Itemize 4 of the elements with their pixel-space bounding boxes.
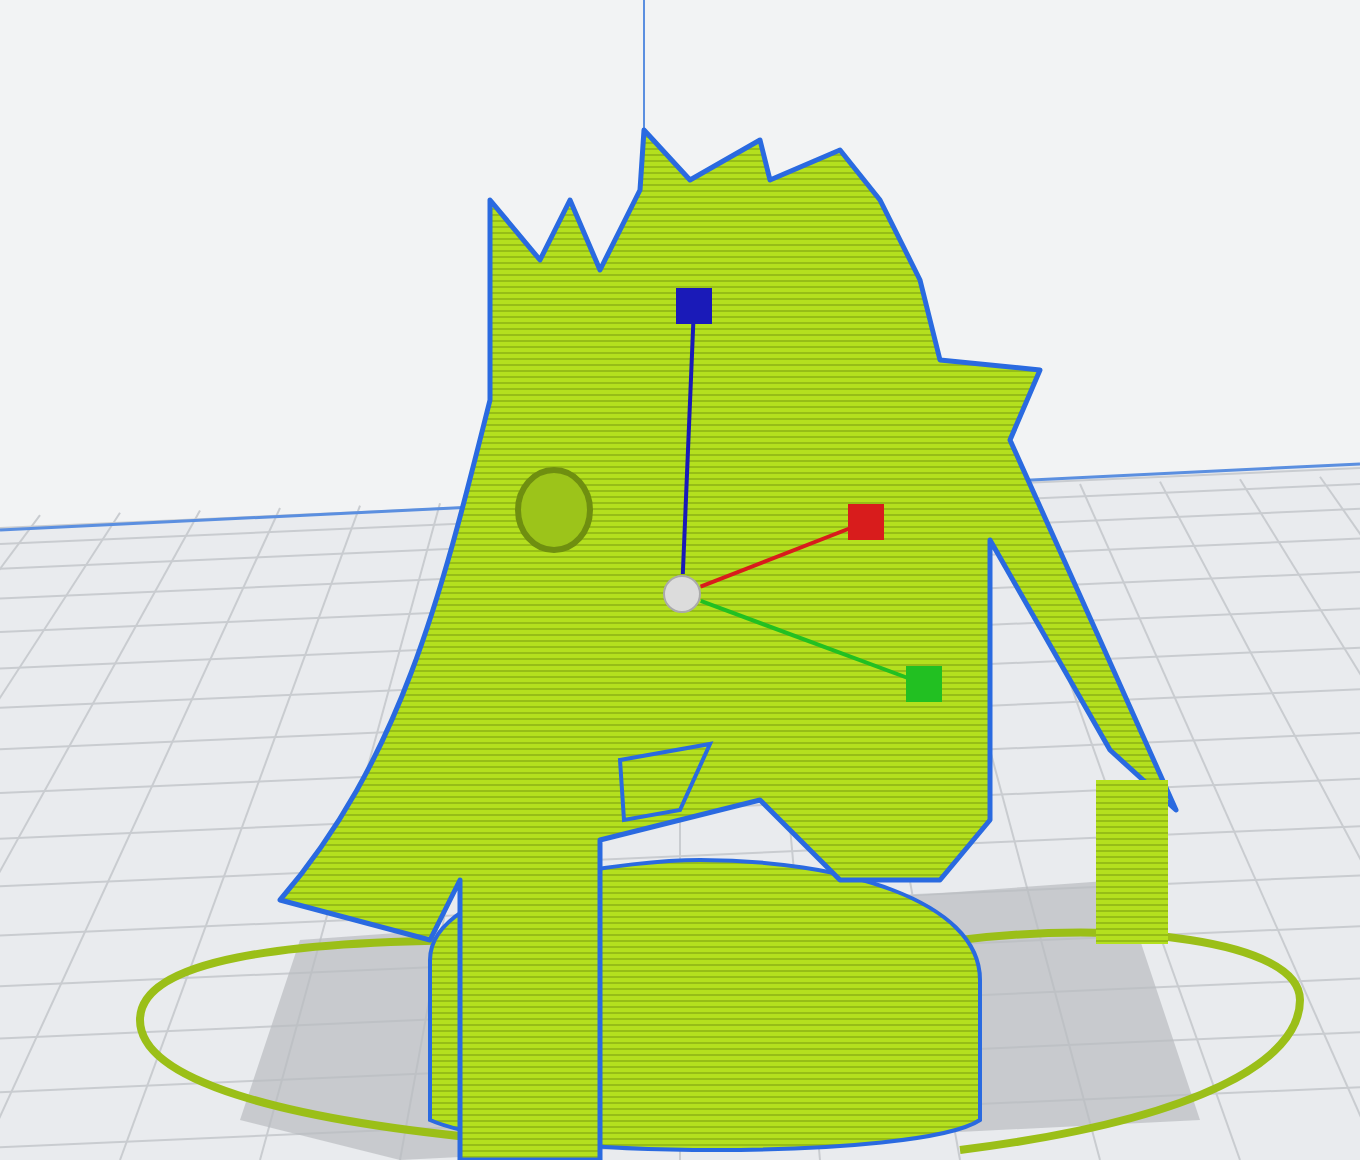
axis-handle[interactable] (676, 288, 712, 575)
gizmo-center-handle[interactable] (663, 575, 701, 613)
axis-handle[interactable] (699, 504, 884, 589)
axis-handle[interactable] (700, 599, 942, 702)
